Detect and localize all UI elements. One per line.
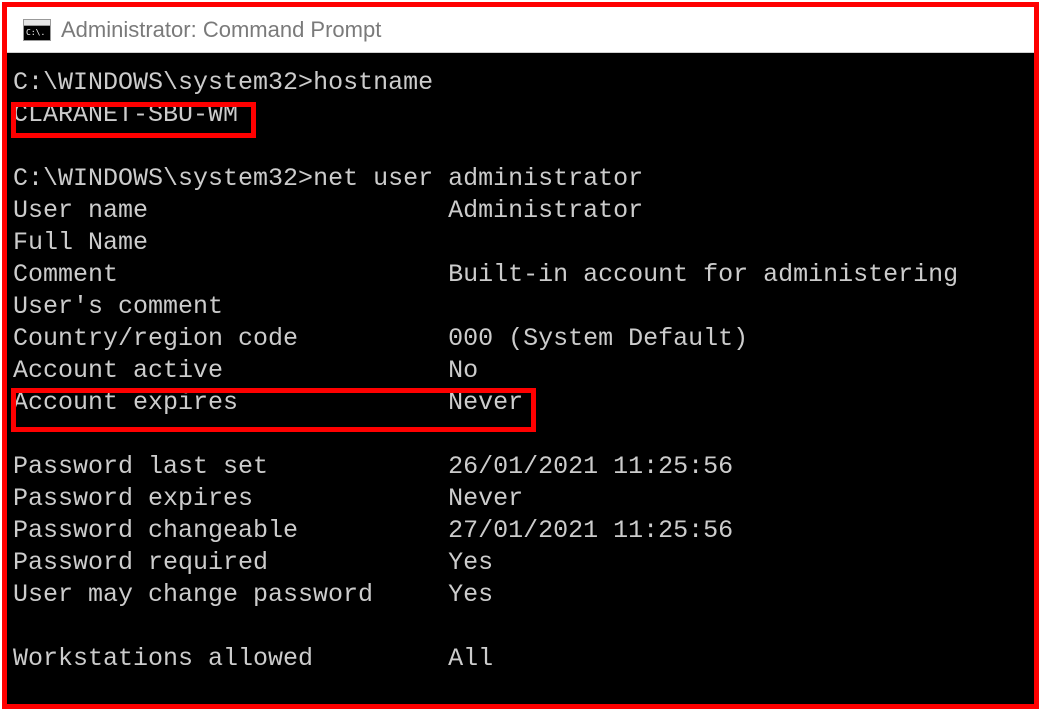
row-country: Country/region code 000 (System Default) (13, 324, 748, 353)
cmd-icon: C:\. (23, 19, 51, 41)
hostname-output: CLARANET-SBU-WM (13, 100, 238, 129)
row-comment: Comment Built-in account for administeri… (13, 260, 958, 289)
row-user-name: User name Administrator (13, 196, 643, 225)
row-pwd-last-set: Password last set 26/01/2021 11:25:56 (13, 452, 733, 481)
window-title: Administrator: Command Prompt (61, 17, 381, 43)
row-users-comment: User's comment (13, 292, 448, 321)
row-pwd-changeable: Password changeable 27/01/2021 11:25:56 (13, 516, 733, 545)
row-account-active: Account active No (13, 356, 478, 385)
cmd-icon-text: C:\. (24, 26, 50, 40)
row-account-expires: Account expires Never (13, 388, 523, 417)
row-pwd-required: Password required Yes (13, 548, 493, 577)
titlebar: C:\. Administrator: Command Prompt (7, 7, 1034, 53)
prompt-line-1: C:\WINDOWS\system32>hostname (13, 68, 433, 97)
row-workstations: Workstations allowed All (13, 644, 493, 673)
prompt-line-2: C:\WINDOWS\system32>net user administrat… (13, 164, 643, 193)
terminal-output[interactable]: C:\WINDOWS\system32>hostname CLARANET-SB… (7, 53, 1034, 704)
window-frame: C:\. Administrator: Command Prompt C:\WI… (2, 2, 1039, 709)
row-pwd-expires: Password expires Never (13, 484, 523, 513)
row-full-name: Full Name (13, 228, 448, 257)
row-user-may-change: User may change password Yes (13, 580, 493, 609)
